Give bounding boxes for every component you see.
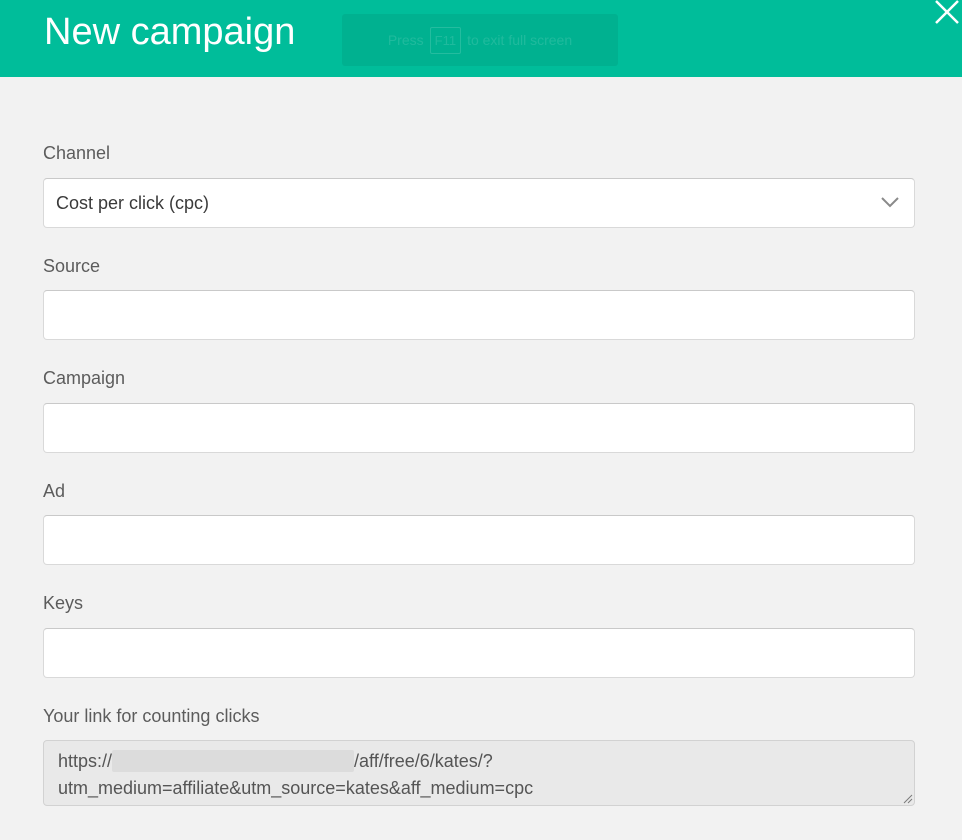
- source-field[interactable]: [43, 290, 915, 340]
- campaign-field[interactable]: [43, 403, 915, 453]
- tracking-link-line-1: https:// /aff/free/6/kates/?: [58, 750, 493, 772]
- fullscreen-hint: Press F11 to exit full screen: [342, 14, 618, 66]
- dialog-title: New campaign: [44, 11, 296, 53]
- source-label: Source: [43, 256, 101, 276]
- link-prefix: https://: [58, 751, 113, 771]
- ad-input[interactable]: [44, 516, 914, 564]
- ad-field[interactable]: [43, 515, 915, 565]
- fullscreen-hint-after: to exit full screen: [467, 32, 573, 48]
- chevron-down-icon: [881, 197, 899, 208]
- dialog-header: New campaign Press F11 to exit full scre…: [0, 0, 962, 77]
- redacted-domain: [112, 750, 355, 772]
- tracking-link-textarea[interactable]: https:// /aff/free/6/kates/? utm_medium=a…: [43, 740, 915, 806]
- channel-label: Channel: [43, 143, 111, 163]
- close-icon: [935, 0, 959, 24]
- keys-input[interactable]: [44, 629, 914, 677]
- campaign-input[interactable]: [44, 404, 914, 452]
- campaign-label: Campaign: [43, 368, 126, 388]
- source-input[interactable]: [44, 291, 914, 339]
- fullscreen-hint-before: Press: [387, 32, 424, 48]
- link-query: utm_medium=affiliate&utm_source=kates&af…: [58, 778, 534, 798]
- close-button[interactable]: [930, 0, 962, 26]
- ad-label: Ad: [43, 481, 66, 501]
- keys-label: Keys: [43, 593, 84, 613]
- fullscreen-hint-key: F11: [429, 26, 462, 54]
- channel-select[interactable]: Cost per click (cpc): [43, 178, 915, 228]
- keys-field[interactable]: [43, 628, 915, 678]
- link-label: Your link for counting clicks: [43, 706, 260, 726]
- resize-handle-icon[interactable]: [903, 794, 913, 804]
- channel-selected-value: Cost per click (cpc): [56, 193, 210, 213]
- link-path: /aff/free/6/kates/?: [354, 751, 493, 771]
